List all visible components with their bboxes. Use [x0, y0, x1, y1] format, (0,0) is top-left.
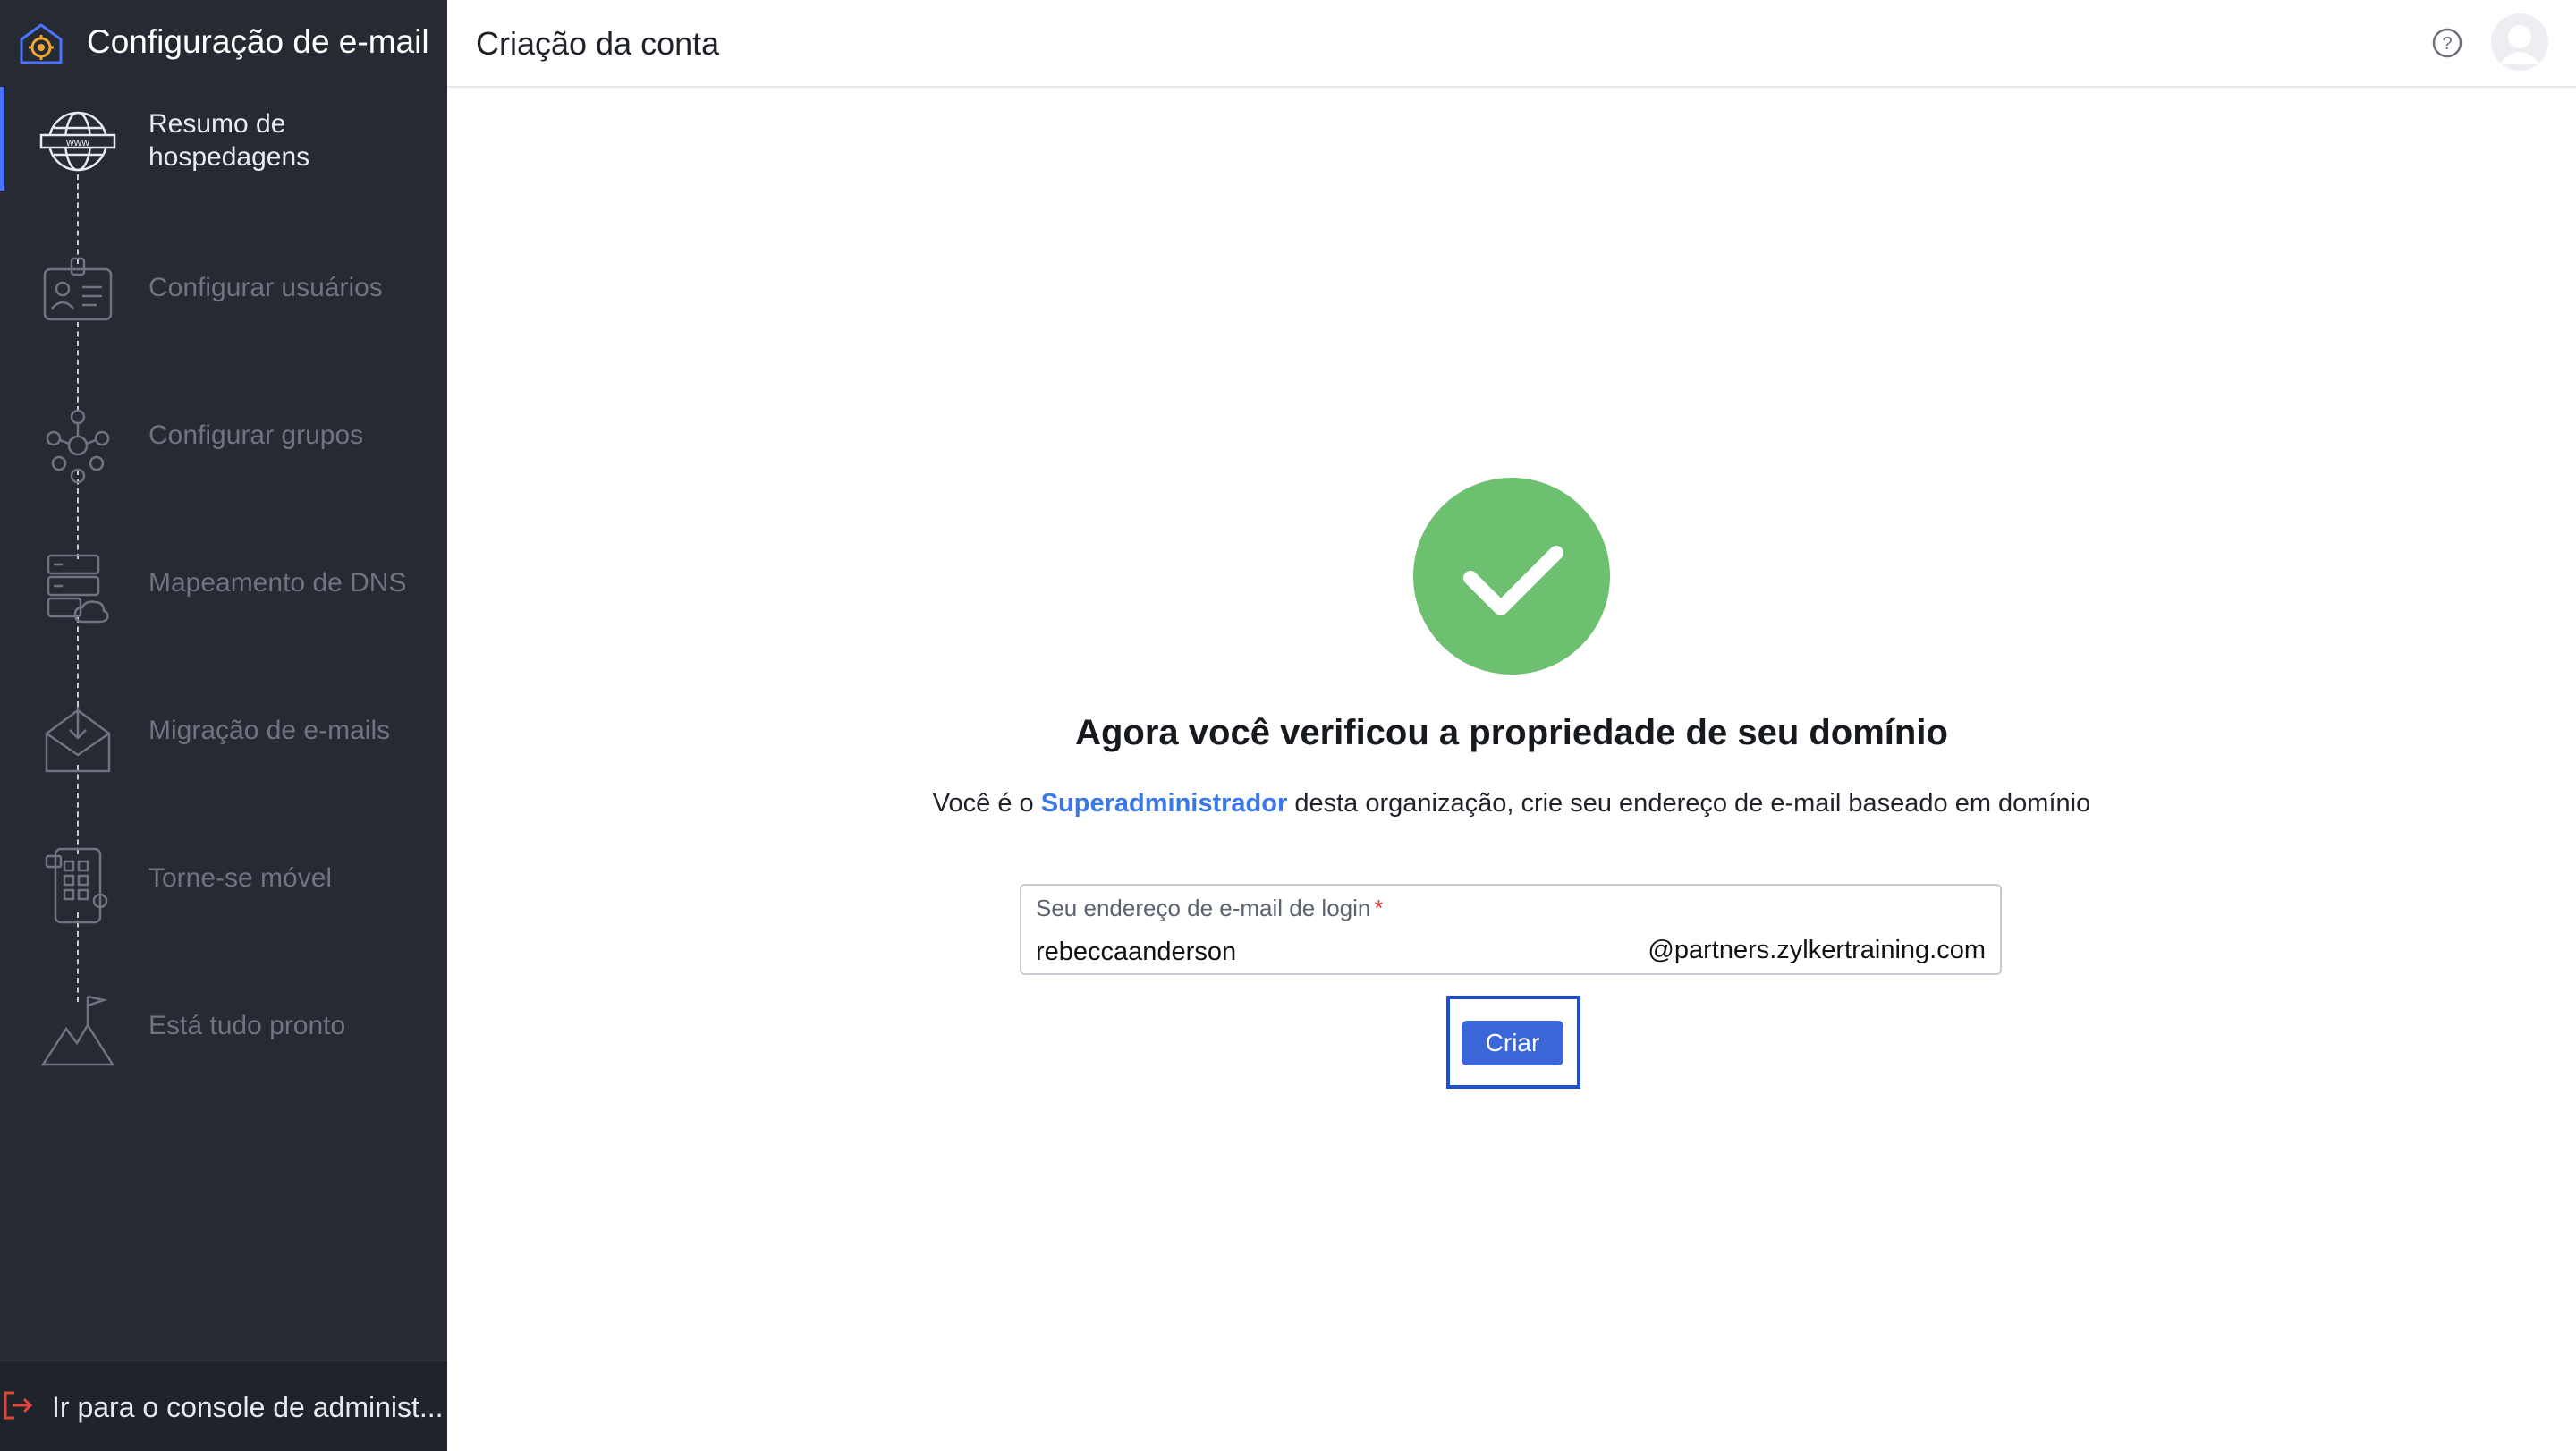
mobile-apps-icon [45, 847, 108, 924]
step-label: Mapeamento de DNS [148, 568, 407, 598]
sidebar-item-migracao-emails[interactable]: Migração de e-mails [0, 689, 447, 796]
step-label: Configurar usuários [148, 273, 383, 302]
login-email-field[interactable]: Seu endereço de e-mail de login* @partne… [1020, 884, 2002, 975]
desc-prefix: Você é o [932, 789, 1034, 818]
gear-mail-logo-icon [20, 23, 63, 64]
step-label: Resumo de hospedagens [148, 107, 309, 174]
sidebar-header: Configuração de e-mail [0, 0, 447, 87]
sidebar-item-configurar-usuarios[interactable]: Configurar usuários [0, 246, 447, 353]
step-label: Torne-se móvel [148, 863, 333, 893]
sidebar-item-torne-se-movel[interactable]: Torne-se móvel [0, 836, 447, 944]
desc-suffix: desta organização, crie seu endereço de … [1294, 789, 2091, 818]
globe-www-icon: www [39, 111, 116, 172]
step-label: Migração de e-mails [148, 716, 391, 745]
description-text: Você é o Superadministrador desta organi… [447, 789, 2576, 819]
exit-icon [4, 1391, 33, 1420]
svg-text:?: ? [2442, 34, 2452, 54]
superadmin-link[interactable]: Superadministrador [1041, 789, 1288, 818]
admin-console-label: Ir para o console de administ... [52, 1391, 444, 1423]
admin-console-link[interactable]: Ir para o console de administ... [0, 1360, 447, 1451]
main-content: Agora você verificou a propriedade de se… [447, 87, 2576, 1451]
sidebar-item-esta-tudo-pronto[interactable]: Está tudo pronto [0, 984, 447, 1091]
email-username-input[interactable] [1036, 936, 1572, 968]
group-network-icon [46, 409, 110, 484]
app-title: Configuração de e-mail [87, 23, 429, 60]
sidebar-item-configurar-grupos[interactable]: Configurar grupos [0, 394, 447, 501]
sidebar-item-resumo-hospedagens[interactable]: www Resumo de hospedagens [0, 87, 447, 194]
sidebar: Configuração de e-mail www Resumo de hos… [0, 0, 447, 1451]
server-cloud-icon [47, 554, 109, 624]
question-circle-icon[interactable]: ? [2431, 27, 2463, 59]
sidebar-item-mapeamento-dns[interactable]: Mapeamento de DNS [0, 541, 447, 649]
page-title: Criação da conta [476, 25, 720, 62]
svg-text:www: www [65, 136, 89, 148]
step-label: Configurar grupos [148, 420, 364, 450]
email-field-label: Seu endereço de e-mail de login * [1036, 895, 1383, 922]
id-badge-icon [43, 257, 113, 321]
create-button[interactable]: Criar [1462, 1021, 1563, 1065]
step-label-line1: Resumo de [148, 109, 286, 139]
success-heading: Agora você verificou a propriedade de se… [1075, 713, 1948, 752]
step-label: Está tudo pronto [148, 1011, 346, 1040]
top-bar: Criação da conta ? [447, 0, 2576, 88]
user-avatar-icon[interactable] [2490, 13, 2549, 72]
required-asterisk: * [1374, 895, 1384, 921]
email-domain-suffix: @partners.zylkertraining.com [1648, 936, 1986, 964]
mountain-flag-icon [40, 995, 115, 1066]
envelope-download-icon [45, 707, 111, 773]
success-check-icon [1413, 478, 1610, 675]
email-field-label-text: Seu endereço de e-mail de login [1036, 895, 1371, 921]
step-label-line2: hospedagens [148, 142, 310, 172]
